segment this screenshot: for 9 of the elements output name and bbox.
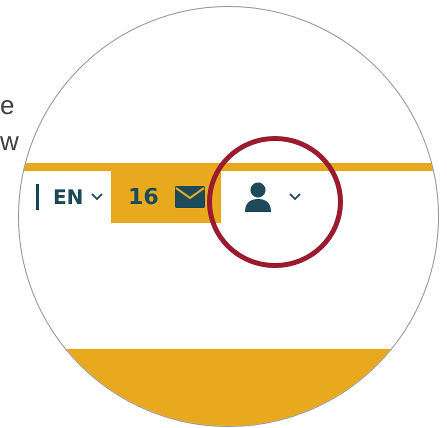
text-fragment: e	[0, 92, 14, 118]
language-selector[interactable]: EN	[53, 182, 104, 212]
user-menu[interactable]	[243, 182, 302, 212]
chevron-down-icon	[289, 193, 302, 201]
user-icon	[243, 182, 274, 212]
messages-button[interactable]: 16	[111, 171, 222, 223]
text-fragment: w	[0, 128, 19, 154]
envelope-icon	[174, 186, 205, 208]
chevron-down-icon	[91, 193, 104, 201]
